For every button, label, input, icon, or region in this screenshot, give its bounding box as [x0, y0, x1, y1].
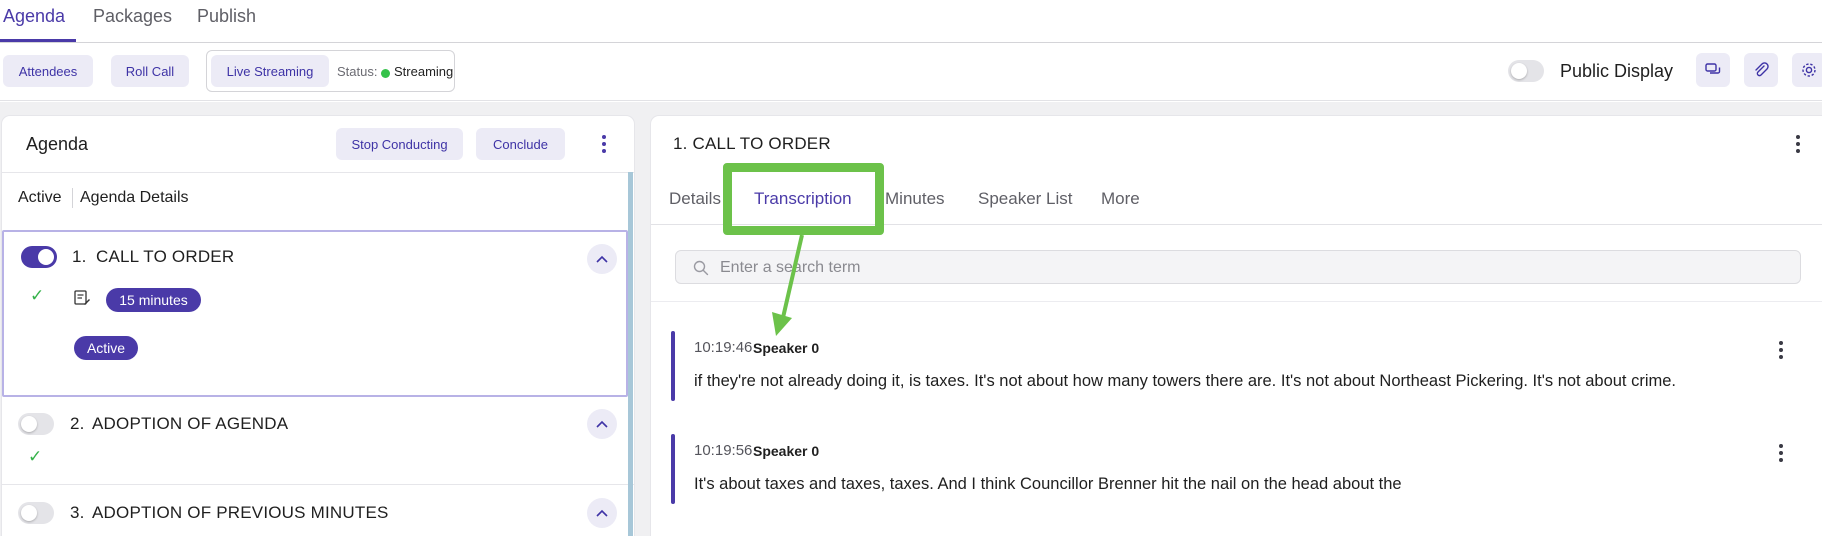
- agenda-item-call-to-order[interactable]: 1. CALL TO ORDER ✓ 15 minutes Active: [2, 230, 628, 397]
- chat-button[interactable]: [1696, 53, 1730, 87]
- search-input[interactable]: Enter a search term: [720, 259, 861, 277]
- tab-publish[interactable]: Publish: [197, 6, 256, 27]
- stop-conducting-button[interactable]: Stop Conducting: [336, 128, 463, 160]
- agenda-panel: Agenda Stop Conducting Conclude Active A…: [2, 116, 634, 536]
- paperclip-icon: [1755, 62, 1769, 77]
- transcript-entry[interactable]: 10:19:56 Speaker 0 It's about taxes and …: [671, 434, 1801, 504]
- scrollbar[interactable]: [628, 172, 633, 536]
- status-value: Streaming: [394, 64, 454, 79]
- divider: [2, 484, 634, 485]
- active-tab-indicator: [0, 39, 76, 42]
- public-display-label: Public Display: [1560, 61, 1674, 81]
- entry-timestamp: 10:19:46: [694, 339, 753, 356]
- collapse-button[interactable]: [587, 244, 617, 274]
- entry-more-icon[interactable]: [1773, 339, 1789, 361]
- collapse-button[interactable]: [587, 409, 617, 439]
- tab-packages[interactable]: Packages: [93, 6, 172, 27]
- check-icon: ✓: [30, 286, 45, 305]
- agenda-item-number: 1.: [72, 247, 87, 266]
- tab-speaker-list[interactable]: Speaker List: [978, 189, 1073, 209]
- public-display-toggle[interactable]: [1508, 60, 1544, 82]
- agenda-item-toggle[interactable]: [18, 413, 54, 435]
- top-nav: Agenda Packages Publish: [0, 0, 1822, 43]
- agenda-item-adoption-of-agenda[interactable]: 2. ADOPTION OF AGENDA ✓: [2, 399, 628, 479]
- agenda-item-toggle[interactable]: [18, 502, 54, 524]
- agenda-panel-title: Agenda: [26, 134, 89, 154]
- duration-badge: 15 minutes: [106, 288, 201, 312]
- entry-accent-bar: [671, 434, 675, 504]
- toolbar: Attendees Roll Call Live Streaming Statu…: [0, 43, 1822, 101]
- subtab-active[interactable]: Active: [18, 189, 62, 207]
- status-badge: Active: [74, 336, 138, 360]
- conclude-button[interactable]: Conclude: [476, 128, 565, 160]
- roll-call-button[interactable]: Roll Call: [111, 55, 189, 87]
- status-label: Status:: [337, 64, 378, 79]
- detail-panel-title: 1. CALL TO ORDER: [673, 134, 831, 153]
- status-indicator-dot: [381, 69, 390, 78]
- subtab-divider: [72, 188, 73, 208]
- agenda-item-title: CALL TO ORDER: [96, 247, 235, 266]
- chevron-up-icon: [596, 509, 608, 517]
- entry-text: It's about taxes and taxes, taxes. And I…: [694, 475, 1402, 493]
- gear-icon: [1802, 63, 1816, 77]
- agenda-item-title: ADOPTION OF PREVIOUS MINUTES: [92, 503, 389, 522]
- settings-button[interactable]: [1792, 53, 1822, 87]
- chevron-up-icon: [596, 420, 608, 428]
- entry-speaker: Speaker 0: [753, 443, 820, 459]
- entry-more-icon[interactable]: [1773, 442, 1789, 464]
- subtab-agenda-details[interactable]: Agenda Details: [80, 189, 189, 207]
- entry-speaker: Speaker 0: [753, 340, 820, 356]
- agenda-item-toggle[interactable]: [21, 246, 57, 268]
- detail-more-icon[interactable]: [1790, 133, 1806, 155]
- attachment-button[interactable]: [1744, 53, 1778, 87]
- chat-icon: [1705, 63, 1721, 74]
- search-icon: [693, 260, 709, 276]
- entry-timestamp: 10:19:56: [694, 442, 753, 459]
- agenda-item-number: 3.: [70, 503, 85, 522]
- entry-text: if they're not already doing it, is taxe…: [694, 372, 1677, 390]
- live-streaming-group: Live Streaming Status: Streaming: [206, 50, 455, 92]
- transcript-entry[interactable]: 10:19:46 Speaker 0 if they're not alread…: [671, 331, 1801, 401]
- attendees-button[interactable]: Attendees: [3, 55, 93, 87]
- notes-icon[interactable]: [73, 289, 91, 307]
- search-field[interactable]: Enter a search term: [675, 250, 1801, 284]
- agenda-item-number: 2.: [70, 414, 85, 433]
- tab-minutes[interactable]: Minutes: [885, 189, 945, 209]
- divider: [2, 172, 634, 173]
- check-icon: ✓: [28, 447, 43, 466]
- annotation-highlight-box: [723, 163, 884, 235]
- divider: [651, 301, 1822, 302]
- tab-more[interactable]: More: [1101, 189, 1140, 209]
- collapse-button[interactable]: [587, 498, 617, 528]
- chevron-up-icon: [596, 255, 608, 263]
- entry-accent-bar: [671, 331, 675, 401]
- tab-details[interactable]: Details: [669, 189, 721, 209]
- agenda-more-icon[interactable]: [596, 133, 612, 155]
- agenda-item-title: ADOPTION OF AGENDA: [92, 414, 289, 433]
- agenda-item-adoption-of-previous-minutes[interactable]: 3. ADOPTION OF PREVIOUS MINUTES: [2, 488, 628, 536]
- tab-agenda[interactable]: Agenda: [3, 6, 65, 27]
- live-streaming-button[interactable]: Live Streaming: [211, 55, 329, 87]
